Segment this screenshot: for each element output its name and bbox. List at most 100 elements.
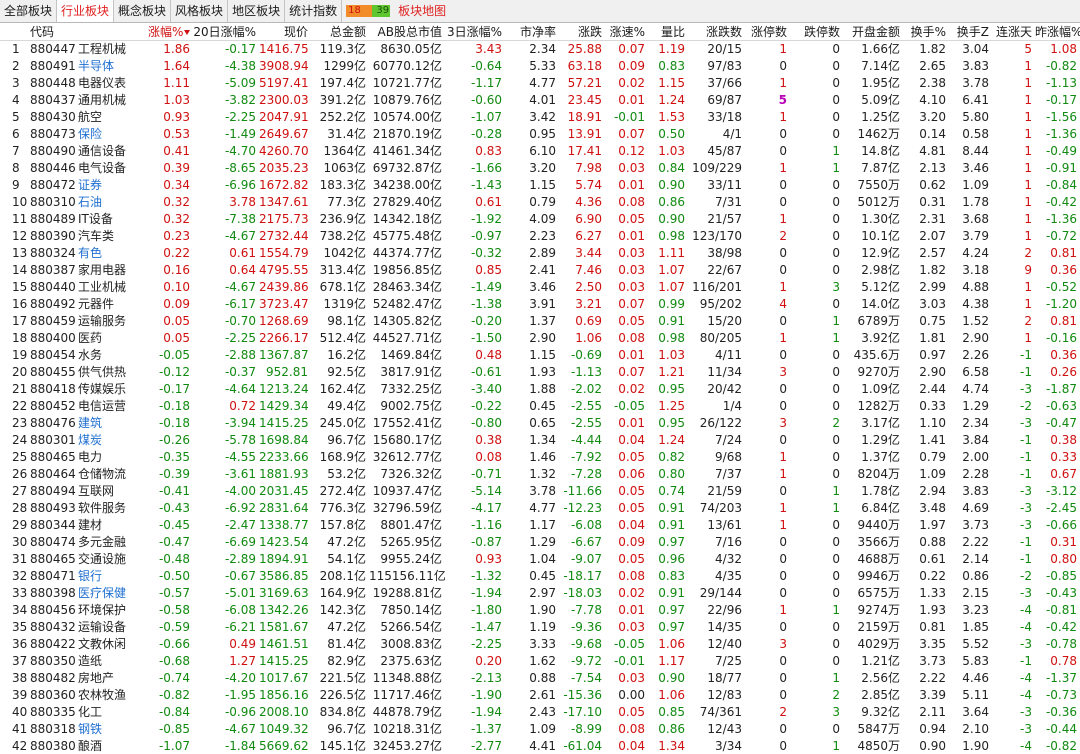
cell-mktcap: 7850.14亿: [380, 603, 442, 617]
col-turnover-header[interactable]: 换手%: [903, 23, 949, 41]
table-row[interactable]: 2 880491 半导体 1.64 -4.38 3908.94 1299亿 60770.12亿…: [0, 58, 1080, 75]
cell-streak: 1: [1024, 229, 1032, 243]
table-row[interactable]: 39 880360 农林牧渔 -0.82 -1.95 1856.16 226.5亿 11717…: [0, 687, 1080, 704]
table-row[interactable]: 13 880324 有色 0.22 0.61 1554.79 1042亿 44374.77亿 -…: [0, 245, 1080, 262]
table-row[interactable]: 3 880448 电器仪表 1.11 -5.09 5197.41 197.4亿 10721.7…: [0, 75, 1080, 92]
table-row[interactable]: 40 880335 化工 -0.84 -0.96 2008.10 834.8亿 44878.7…: [0, 704, 1080, 721]
table-row[interactable]: 21 880418 传媒娱乐 -0.17 -4.64 1213.24 162.4亿 7332.…: [0, 381, 1080, 398]
table-row[interactable]: 30 880474 多元金融 -0.47 -6.69 1423.54 47.2亿 5265.9…: [0, 534, 1080, 551]
table-row[interactable]: 34 880456 环境保护 -0.58 -6.08 1342.26 142.3亿 7850.…: [0, 602, 1080, 619]
table-row[interactable]: 9 880472 证券 0.34 -6.96 1672.82 183.3亿 34238.00亿…: [0, 177, 1080, 194]
col-streak-header[interactable]: 连涨天: [992, 23, 1035, 41]
cell-turnover: 0.14: [919, 127, 946, 141]
cell-limitup: 0: [779, 722, 787, 736]
cell-change3: 0.38: [475, 433, 502, 447]
table-row[interactable]: 31 880465 交通设施 -0.48 -2.89 1894.91 54.1亿 9955.2…: [0, 551, 1080, 568]
table-row[interactable]: 42 880380 酿酒 -1.07 -1.84 5669.62 145.1亿 32453.2…: [0, 738, 1080, 754]
cell-mktcap: 44527.71亿: [372, 331, 442, 345]
col-amount-header[interactable]: 总金额: [311, 23, 369, 41]
table-row[interactable]: 4 880437 通用机械 1.03 -3.82 2300.03 391.2亿 10879.7…: [0, 92, 1080, 109]
cell-volratio: 0.95: [658, 416, 685, 430]
col-change20-header[interactable]: 20日涨幅%: [193, 23, 259, 41]
table-row[interactable]: 24 880301 煤炭 -0.26 -5.78 1698.84 96.7亿 15680.17…: [0, 432, 1080, 449]
cell-change20: -4.67: [224, 229, 256, 243]
col-code-header[interactable]: 代码: [30, 23, 78, 41]
table-row[interactable]: 25 880465 电力 -0.35 -4.55 2233.66 168.9亿 32612.7…: [0, 449, 1080, 466]
cell-streak: 5: [1024, 42, 1032, 56]
cell-pb: 4.41: [529, 739, 556, 753]
cell-openamt: 1.78亿: [861, 484, 900, 498]
cell-speed: 0.05: [618, 450, 645, 464]
table-row[interactable]: 38 880482 房地产 -0.74 -4.20 1017.67 221.5亿 11348.…: [0, 670, 1080, 687]
table-row[interactable]: 37 880350 造纸 -0.68 1.27 1415.25 82.9亿 2375.63亿 0…: [0, 653, 1080, 670]
col-limitup-header[interactable]: 涨停数: [745, 23, 790, 41]
col-price-header[interactable]: 现价: [259, 23, 311, 41]
col-limitdown-header[interactable]: 跌停数: [790, 23, 843, 41]
cell-volratio: 0.83: [658, 59, 685, 73]
table-row[interactable]: 7 880490 通信设备 0.41 -4.70 4260.70 1364亿 41461.34…: [0, 143, 1080, 160]
tab-4[interactable]: 地区板块: [228, 0, 286, 22]
tab-5[interactable]: 统计指数: [285, 0, 343, 22]
cell-pb: 6.10: [529, 144, 556, 158]
table-row[interactable]: 18 880400 医药 0.05 -2.25 2266.17 512.4亿 44527.71…: [0, 330, 1080, 347]
cell-amount: 145.1亿: [319, 739, 366, 753]
cell-limitup: 0: [779, 127, 787, 141]
cell-limitdown: 0: [832, 637, 840, 651]
table-row[interactable]: 26 880464 仓储物流 -0.39 -3.61 1881.93 53.2亿 7326.3…: [0, 466, 1080, 483]
cell-change20: -2.47: [224, 518, 256, 532]
col-mktcap-header[interactable]: AB股总市值: [369, 23, 445, 41]
table-row[interactable]: 20 880455 供气供热 -0.12 -0.37 952.81 92.5亿 3817.91…: [0, 364, 1080, 381]
col-change-header[interactable]: 涨跌: [559, 23, 605, 41]
col-openamt-header[interactable]: 开盘金额: [843, 23, 903, 41]
table-row[interactable]: 33 880398 医疗保健 -0.57 -5.01 3169.63 164.9亿 19288…: [0, 585, 1080, 602]
col-volratio-header[interactable]: 量比: [648, 23, 688, 41]
tab-1[interactable]: 行业板块: [57, 0, 115, 22]
cell-speed: 0.03: [618, 161, 645, 175]
cell-index: 6: [12, 127, 20, 141]
table-row[interactable]: 22 880452 电信运营 -0.18 0.72 1429.34 49.4亿 9002.75…: [0, 398, 1080, 415]
col-pb-header[interactable]: 市净率: [505, 23, 559, 41]
table-row[interactable]: 23 880476 建筑 -0.18 -3.94 1415.25 245.0亿 17552.4…: [0, 415, 1080, 432]
cell-prevchg: -0.47: [1045, 416, 1077, 430]
table-row[interactable]: 19 880454 水务 -0.05 -2.88 1367.87 16.2亿 1469.84亿…: [0, 347, 1080, 364]
cell-streak: -3: [1020, 705, 1032, 719]
table-row[interactable]: 5 880430 航空 0.93 -2.25 2047.91 252.2亿 10574.00亿…: [0, 109, 1080, 126]
table-row[interactable]: 12 880390 汽车类 0.23 -4.67 2732.44 738.2亿 45775.4…: [0, 228, 1080, 245]
table-row[interactable]: 27 880494 互联网 -0.41 -4.00 2031.45 272.4亿 10937.…: [0, 483, 1080, 500]
table-row[interactable]: 28 880493 软件服务 -0.43 -6.92 2831.64 776.3亿 32796…: [0, 500, 1080, 517]
table-row[interactable]: 16 880492 元器件 0.09 -6.17 3723.47 1319亿 52482.47…: [0, 296, 1080, 313]
table-row[interactable]: 29 880344 建材 -0.45 -2.47 1338.77 157.8亿 8801.47…: [0, 517, 1080, 534]
table-row[interactable]: 11 880489 IT设备 0.32 -7.38 2175.73 236.9亿 14342.…: [0, 211, 1080, 228]
cell-streak: -2: [1020, 569, 1032, 583]
table-row[interactable]: 8 880446 电气设备 0.39 -8.65 2035.23 1063亿 69732.87…: [0, 160, 1080, 177]
table-row[interactable]: 14 880387 家用电器 0.16 0.64 4795.55 313.4亿 19856.8…: [0, 262, 1080, 279]
table-row[interactable]: 36 880422 文教休闲 -0.66 0.49 1461.51 81.4亿 3008.83…: [0, 636, 1080, 653]
cell-mktcap: 8801.47亿: [380, 518, 442, 532]
col-turnoverz-header[interactable]: 换手Z: [949, 23, 992, 41]
table-row[interactable]: 1 880447 工程机械 1.86 -0.17 1416.75 119.3亿 8630.05…: [0, 41, 1080, 59]
table-row[interactable]: 17 880459 运输服务 0.05 -0.70 1268.69 98.1亿 14305.8…: [0, 313, 1080, 330]
tab-2[interactable]: 概念板块: [114, 0, 172, 22]
cell-openamt: 10.1亿: [861, 229, 900, 243]
table-row[interactable]: 41 880318 钢铁 -0.85 -4.67 1049.32 96.7亿 10218.31…: [0, 721, 1080, 738]
tab-3[interactable]: 风格板块: [171, 0, 229, 22]
cell-change-pct: 0.10: [163, 280, 190, 294]
col-speed-header[interactable]: 涨速%: [605, 23, 648, 41]
cell-volratio: 0.86: [658, 722, 685, 736]
cell-name: 医疗保健: [78, 586, 127, 600]
col-updown-header[interactable]: 涨跌数: [688, 23, 745, 41]
cell-limitup: 0: [779, 535, 787, 549]
table-row[interactable]: 35 880432 运输设备 -0.59 -6.21 1581.67 47.2亿 5266.5…: [0, 619, 1080, 636]
cell-code: 880448: [30, 76, 76, 90]
cell-prevchg: -0.17: [1045, 93, 1077, 107]
tab-0[interactable]: 全部板块: [0, 0, 58, 22]
table-row[interactable]: 10 880310 石油 0.32 3.78 1347.61 77.3亿 27829.40亿 0…: [0, 194, 1080, 211]
col-change-pct-header[interactable]: 涨幅%: [148, 23, 193, 41]
col-prevchg-header[interactable]: 昨涨幅%: [1035, 23, 1080, 41]
col-change3-header[interactable]: 3日涨幅%: [445, 23, 505, 41]
tab-sector-map[interactable]: 板块地图: [394, 0, 450, 22]
table-row[interactable]: 32 880471 银行 -0.50 -0.67 3586.85 208.1亿 115156.…: [0, 568, 1080, 585]
col-name-header[interactable]: [78, 23, 148, 41]
table-row[interactable]: 15 880440 工业机械 0.10 -4.67 2439.86 678.1亿 28463.…: [0, 279, 1080, 296]
table-row[interactable]: 6 880473 保险 0.53 -1.49 2649.67 31.4亿 21870.19亿 -…: [0, 126, 1080, 143]
